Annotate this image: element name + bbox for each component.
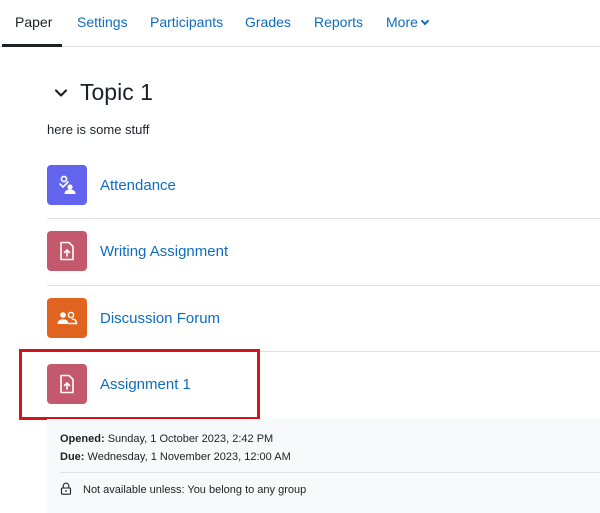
- forum-users-icon[interactable]: [47, 298, 87, 338]
- section-collapse-toggle[interactable]: [54, 86, 68, 100]
- assignment-upload-icon[interactable]: [47, 364, 87, 404]
- opened-value: Sunday, 1 October 2023, 2:42 PM: [107, 433, 274, 445]
- attendance-icon[interactable]: [47, 165, 87, 205]
- secondary-navigation: Paper Settings Participants Grades Repor…: [0, 0, 600, 47]
- activity-link[interactable]: Discussion Forum: [100, 310, 220, 327]
- lock-icon: [60, 482, 83, 498]
- activity-attendance: Attendance: [47, 165, 600, 231]
- divider: [60, 472, 600, 473]
- tab-participants[interactable]: Participants: [150, 14, 223, 30]
- activity-link[interactable]: Assignment 1: [100, 376, 191, 393]
- active-tab-indicator: [2, 44, 62, 47]
- access-restriction: Not available unless: You belong to any …: [60, 482, 306, 498]
- divider: [47, 218, 600, 219]
- opened-label: Opened:: [60, 433, 105, 445]
- due-date: Due: Wednesday, 1 November 2023, 12:00 A…: [60, 451, 291, 463]
- activity-writing-assignment: Writing Assignment: [47, 231, 600, 297]
- due-label: Due:: [60, 451, 85, 463]
- divider: [47, 285, 600, 286]
- chevron-down-icon: [420, 16, 430, 26]
- tab-paper[interactable]: Paper: [15, 14, 52, 30]
- divider: [47, 351, 600, 352]
- restriction-text: Not available unless: You belong to any …: [83, 484, 307, 496]
- assignment-upload-icon[interactable]: [47, 231, 87, 271]
- activity-link[interactable]: Writing Assignment: [100, 243, 228, 260]
- activity-link[interactable]: Attendance: [100, 177, 176, 194]
- opened-date: Opened: Sunday, 1 October 2023, 2:42 PM: [60, 433, 273, 445]
- tab-more-label: More: [386, 14, 418, 30]
- due-value: Wednesday, 1 November 2023, 12:00 AM: [87, 451, 291, 463]
- section-title: Topic 1: [80, 79, 153, 105]
- section-summary: here is some stuff: [47, 122, 150, 137]
- tab-more[interactable]: More: [386, 14, 430, 30]
- tab-reports[interactable]: Reports: [314, 14, 363, 30]
- activity-discussion-forum: Discussion Forum: [47, 298, 600, 364]
- chevron-down-icon: [54, 86, 68, 100]
- tab-settings[interactable]: Settings: [77, 14, 128, 30]
- activity-dates-panel: Opened: Sunday, 1 October 2023, 2:42 PM …: [47, 419, 600, 513]
- tab-grades[interactable]: Grades: [245, 14, 291, 30]
